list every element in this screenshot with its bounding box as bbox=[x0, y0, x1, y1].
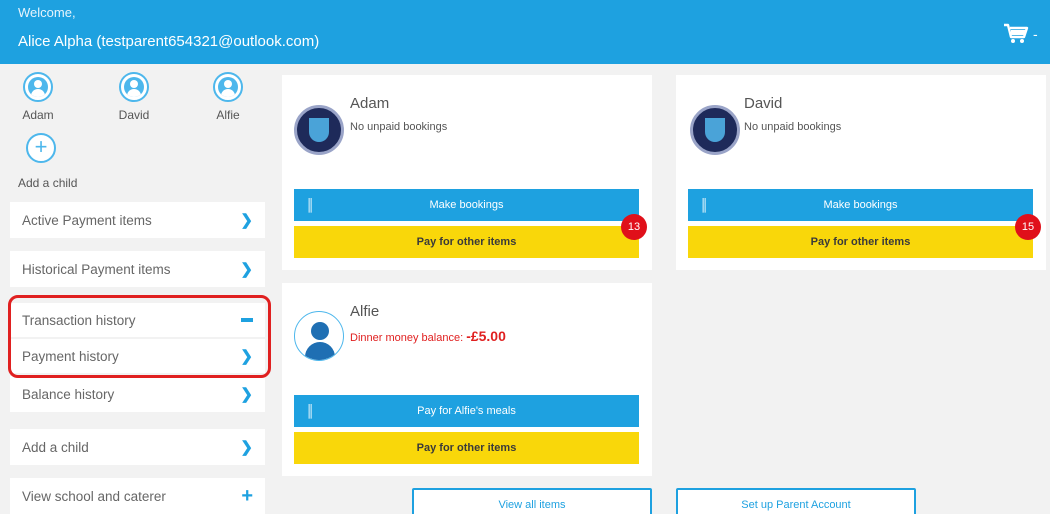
person-icon bbox=[294, 311, 344, 361]
button-label: Pay for Alfie's meals bbox=[417, 405, 516, 417]
child-name: Alfie bbox=[350, 303, 380, 320]
person-icon bbox=[213, 72, 243, 102]
minus-icon bbox=[241, 318, 253, 322]
menu-label: Transaction history bbox=[22, 312, 136, 328]
cart-dropdown-caret[interactable]: - bbox=[1033, 27, 1038, 41]
button-label: Make bookings bbox=[429, 199, 504, 211]
chevron-right-icon: ❯ bbox=[240, 348, 253, 365]
menu-add-a-child[interactable]: Add a child ❯ bbox=[10, 429, 265, 465]
pay-other-items-button[interactable]: Pay for other items bbox=[294, 226, 639, 258]
child-name: David bbox=[118, 108, 150, 122]
make-bookings-button[interactable]: ║ Make bookings bbox=[688, 189, 1033, 221]
fork-knife-icon: ║ bbox=[306, 198, 315, 212]
child-card-david: David No unpaid bookings ║ Make bookings… bbox=[676, 75, 1046, 270]
plus-icon: + bbox=[241, 484, 253, 507]
pay-other-items-button[interactable]: Pay for other items bbox=[688, 226, 1033, 258]
button-label: Make bookings bbox=[823, 199, 898, 211]
child-avatar-alfie[interactable]: Alfie bbox=[198, 72, 258, 122]
menu-historical-payment-items[interactable]: Historical Payment items ❯ bbox=[10, 251, 265, 287]
fork-knife-icon: ║ bbox=[306, 404, 315, 418]
menu-transaction-history[interactable]: Transaction history bbox=[10, 303, 265, 337]
fork-knife-icon: ║ bbox=[700, 198, 709, 212]
menu-view-school-and-caterer[interactable]: View school and caterer + bbox=[10, 478, 265, 514]
child-name: Adam bbox=[350, 95, 390, 112]
add-child-label[interactable]: Add a child bbox=[18, 176, 77, 190]
add-child-plus-icon[interactable]: + bbox=[26, 133, 56, 163]
cart-button[interactable]: - bbox=[1003, 22, 1043, 46]
menu-label: Balance history bbox=[22, 386, 115, 402]
balance-label: Dinner money balance: bbox=[350, 332, 464, 344]
booking-status: No unpaid bookings bbox=[350, 121, 448, 133]
school-crest-icon bbox=[690, 105, 740, 155]
button-label: Pay for other items bbox=[416, 236, 517, 248]
school-crest-icon bbox=[294, 105, 344, 155]
child-card-alfie: Alfie Dinner money balance: -£5.00 ║ Pay… bbox=[282, 283, 652, 476]
balance-value: -£5.00 bbox=[466, 328, 506, 344]
set-up-parent-account-button[interactable]: Set up Parent Account bbox=[676, 488, 916, 514]
chevron-right-icon: ❯ bbox=[240, 439, 253, 456]
cart-icon bbox=[1004, 23, 1029, 43]
pay-for-meals-button[interactable]: ║ Pay for Alfie's meals bbox=[294, 395, 639, 427]
view-all-items-button[interactable]: View all items bbox=[412, 488, 652, 514]
chevron-right-icon: ❯ bbox=[240, 261, 253, 278]
booking-status: No unpaid bookings bbox=[744, 121, 842, 133]
pay-other-items-button[interactable]: Pay for other items bbox=[294, 432, 639, 464]
menu-label: Payment history bbox=[22, 348, 119, 364]
menu-payment-history[interactable]: Payment history ❯ bbox=[10, 339, 265, 373]
button-label: View all items bbox=[498, 499, 566, 511]
dinner-money-balance: Dinner money balance: -£5.00 bbox=[350, 328, 506, 344]
notification-badge: 13 bbox=[621, 214, 647, 240]
child-name: Alfie bbox=[216, 108, 240, 122]
child-name: David bbox=[744, 95, 783, 112]
menu-balance-history[interactable]: Balance history ❯ bbox=[10, 376, 265, 412]
child-avatar-adam[interactable]: Adam bbox=[8, 72, 68, 122]
top-header: Welcome, Alice Alpha (testparent654321@o… bbox=[0, 0, 1050, 64]
menu-active-payment-items[interactable]: Active Payment items ❯ bbox=[10, 202, 265, 238]
child-name: Adam bbox=[22, 108, 54, 122]
child-avatar-david[interactable]: David bbox=[104, 72, 164, 122]
make-bookings-button[interactable]: ║ Make bookings bbox=[294, 189, 639, 221]
button-label: Set up Parent Account bbox=[741, 499, 851, 511]
button-label: Pay for other items bbox=[416, 442, 517, 454]
person-icon bbox=[119, 72, 149, 102]
child-card-adam: Adam No unpaid bookings ║ Make bookings … bbox=[282, 75, 652, 270]
welcome-text: Welcome, bbox=[18, 5, 76, 20]
person-icon bbox=[23, 72, 53, 102]
notification-badge: 15 bbox=[1015, 214, 1041, 240]
chevron-right-icon: ❯ bbox=[240, 212, 253, 229]
menu-label: View school and caterer bbox=[22, 488, 166, 504]
menu-label: Add a child bbox=[22, 439, 89, 455]
chevron-right-icon: ❯ bbox=[240, 386, 253, 403]
button-label: Pay for other items bbox=[810, 236, 911, 248]
menu-label: Active Payment items bbox=[22, 212, 152, 228]
user-name-email: Alice Alpha (testparent654321@outlook.co… bbox=[18, 33, 320, 50]
menu-label: Historical Payment items bbox=[22, 261, 171, 277]
